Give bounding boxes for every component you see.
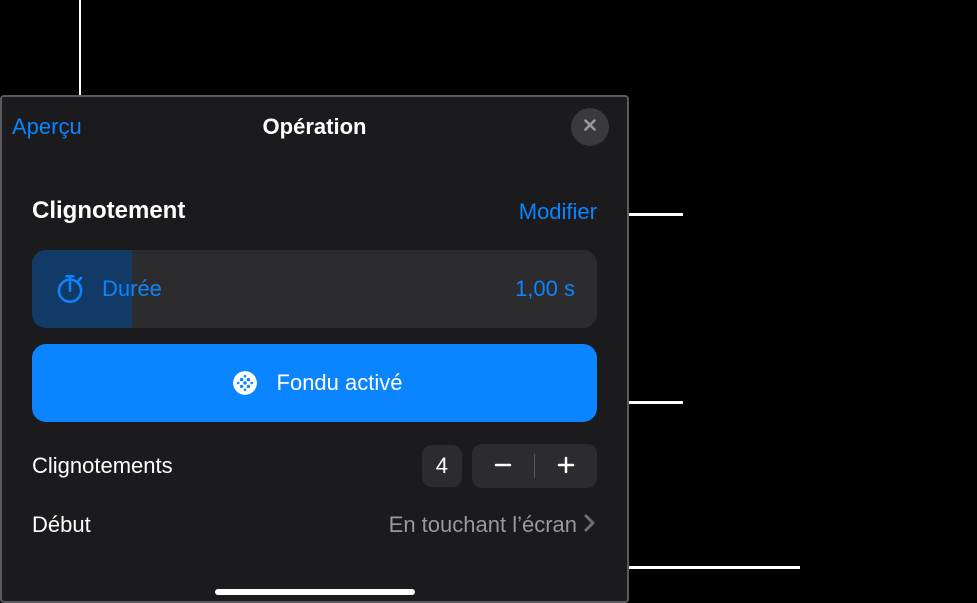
callout-line	[627, 401, 683, 404]
start-label: Début	[32, 512, 91, 538]
home-indicator[interactable]	[215, 589, 415, 595]
plus-icon	[556, 450, 576, 482]
fade-icon	[227, 365, 263, 401]
close-button[interactable]	[571, 108, 609, 146]
callout-line	[627, 566, 800, 569]
preview-button[interactable]: Aperçu	[12, 114, 82, 140]
blinks-label: Clignotements	[32, 453, 173, 479]
minus-icon	[493, 450, 513, 482]
start-row[interactable]: Début En touchant l’écran	[32, 512, 597, 538]
start-value-wrap: En touchant l’écran	[389, 512, 597, 538]
panel-header: Aperçu Opération	[2, 97, 627, 157]
duration-value: 1,00 s	[515, 276, 575, 302]
modify-button[interactable]: Modifier	[519, 199, 597, 225]
chevron-right-icon	[583, 513, 597, 538]
duration-label: Durée	[102, 276, 162, 302]
blinks-value: 4	[422, 445, 462, 487]
blinks-row: Clignotements 4	[32, 444, 597, 488]
panel-title: Opération	[263, 114, 367, 140]
effect-section-header: Clignotement Modifier	[2, 157, 627, 235]
callout-line	[79, 0, 81, 95]
operation-panel: Aperçu Opération Clignotement Modifier	[0, 95, 629, 603]
fade-toggle[interactable]: Fondu activé	[32, 344, 597, 422]
start-value: En touchant l’écran	[389, 512, 577, 538]
stepper-plus-button[interactable]	[535, 444, 597, 488]
callout-line	[627, 213, 683, 216]
fade-label: Fondu activé	[277, 370, 403, 396]
stopwatch-icon	[52, 271, 88, 307]
effect-name: Clignotement	[32, 197, 185, 225]
duration-slider[interactable]: Durée 1,00 s	[32, 250, 597, 328]
stepper-buttons	[472, 444, 597, 488]
blinks-stepper: 4	[422, 444, 597, 488]
stepper-minus-button[interactable]	[472, 444, 534, 488]
close-icon	[581, 116, 599, 139]
